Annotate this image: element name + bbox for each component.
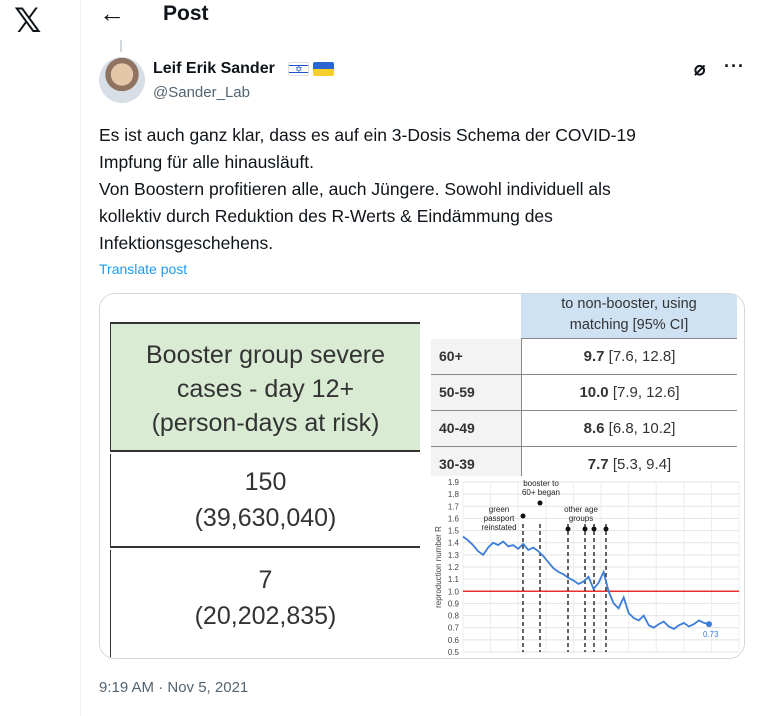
event-marker-dot (591, 526, 597, 532)
page-title: Post (163, 2, 209, 25)
confidence-interval: [5.3, 9.4] (612, 456, 672, 473)
y-tick-label: 1.2 (448, 563, 460, 572)
rate-value: 8.6 [6.8, 10.2] (522, 411, 737, 446)
left-rail: 𝕏 (0, 0, 80, 716)
author-name[interactable]: Leif Erik Sander (153, 60, 275, 78)
post-text-line: kollektiv durch Reduktion des R-Werts & … (99, 206, 553, 226)
table-row: 60+ 9.7 [7.6, 12.8] (431, 339, 737, 375)
table-corner (431, 294, 522, 338)
annotation-label: 60+ began (522, 488, 560, 497)
y-axis-label: reproduction number R (434, 526, 443, 608)
y-tick-label: 0.9 (448, 599, 460, 608)
thread-connector (120, 40, 122, 52)
person-days: (20,202,835) (194, 602, 337, 630)
author-handle[interactable]: @Sander_Lab (153, 84, 250, 101)
case-count: 7 (258, 566, 273, 594)
age-group: 40-49 (431, 411, 522, 446)
y-tick-label: 1.6 (448, 514, 460, 523)
author-flags (288, 62, 334, 76)
annotation-label: booster to (523, 479, 559, 488)
y-tick-label: 1.4 (448, 539, 460, 548)
column-divider (80, 0, 81, 716)
avatar[interactable] (99, 57, 145, 103)
y-tick-label: 0.5 (448, 648, 460, 657)
y-tick-label: 1.8 (448, 490, 460, 499)
annotation-label: green (489, 505, 509, 514)
header-line: (person-days at risk) (151, 409, 380, 437)
event-marker-dot (565, 526, 571, 532)
age-group: 60+ (431, 339, 522, 374)
post-text: Es ist auch ganz klar, dass es auf ein 3… (99, 122, 739, 257)
table-cell: 150 (39,630,040) (110, 454, 420, 548)
back-arrow-icon[interactable]: ← (99, 0, 125, 28)
booster-cases-table: Booster group severe cases - day 12+ (pe… (100, 294, 430, 658)
event-marker-dot (582, 526, 588, 532)
ratio: 7.7 (587, 456, 609, 473)
more-options-icon[interactable]: ··· (724, 56, 745, 77)
post-text-line: Infektionsgeschehens. (99, 233, 274, 253)
annotation-label: passport (484, 514, 515, 523)
y-tick-label: 1.7 (448, 502, 460, 511)
y-tick-label: 1.3 (448, 551, 460, 560)
booster-table-header: Booster group severe cases - day 12+ (pe… (110, 322, 420, 452)
series-end-label: 0.73 (703, 630, 719, 639)
ukraine-flag-icon (313, 62, 334, 76)
series-end-point (706, 621, 712, 628)
y-tick-label: 0.7 (448, 624, 460, 633)
y-tick-label: 0.6 (448, 636, 460, 645)
post-text-line: Es ist auch ganz klar, dass es auf ein 3… (99, 125, 636, 145)
annotation-label: reinstated (481, 523, 516, 532)
post-media-image[interactable]: Booster group severe cases - day 12+ (pe… (99, 293, 745, 659)
annotation-label: other age (564, 505, 598, 514)
confidence-interval: [7.9, 12.6] (612, 384, 680, 401)
post-header: ← Post (81, 0, 776, 30)
rate-ratio-header: to non-booster, using matching [95% CI] (521, 294, 737, 339)
ratio: 8.6 (583, 420, 605, 437)
post-text-line: Impfung für alle hinausläuft. (99, 152, 314, 172)
event-marker-dot (537, 500, 543, 506)
confidence-interval: [7.6, 12.8] (608, 348, 676, 365)
r-value-chart-svg: 0.5 0.6 0.7 0.8 0.9 1.0 1.1 1.2 1.3 1.4 1.5 1.6 1.7 1… (434, 478, 740, 657)
translate-post-link[interactable]: Translate post (99, 261, 187, 277)
table-cell: 7 (20,202,835) (110, 550, 420, 658)
header-line: cases - day 12+ (176, 375, 355, 403)
y-tick-label: 0.8 (448, 612, 460, 621)
ratio: 10.0 (579, 384, 609, 401)
israel-flag-icon (288, 62, 309, 76)
table-row: 40-49 8.6 [6.8, 10.2] (431, 411, 737, 447)
y-tick-label: 1.5 (448, 527, 460, 536)
annotation-label: groups (569, 514, 593, 523)
header-line: to non-booster, using (561, 296, 697, 312)
r-value-chart: 0.5 0.6 0.7 0.8 0.9 1.0 1.1 1.2 1.3 1.4 1.5 1.6 1.7 1… (431, 476, 744, 658)
y-tick-label: 1.0 (448, 587, 460, 596)
table-row: 50-59 10.0 [7.9, 12.6] (431, 375, 737, 411)
rate-ratio-table: to non-booster, using matching [95% CI] … (431, 294, 744, 482)
event-marker-dot (603, 526, 609, 532)
header-line: matching [95% CI] (569, 317, 689, 333)
y-tick-label: 1.9 (448, 478, 460, 487)
person-days: (39,630,040) (194, 504, 337, 532)
r-value-series-line (462, 535, 710, 630)
x-logo-icon[interactable]: 𝕏 (14, 4, 41, 38)
rate-value: 10.0 [7.9, 12.6] (522, 375, 737, 410)
confidence-interval: [6.8, 10.2] (608, 420, 676, 437)
case-count: 150 (244, 468, 287, 496)
header-line: Booster group severe (145, 341, 386, 369)
post-timestamp[interactable]: 9:19 AM · Nov 5, 2021 (99, 679, 248, 696)
ratio: 9.7 (583, 348, 605, 365)
post-text-line: Von Boostern profitieren alle, auch Jüng… (99, 179, 611, 199)
grok-icon[interactable]: ⌀ (694, 58, 705, 81)
y-tick-label: 1.1 (448, 575, 460, 584)
event-marker-dot (520, 513, 526, 519)
rate-value: 9.7 [7.6, 12.8] (522, 339, 737, 374)
age-group: 50-59 (431, 375, 522, 410)
